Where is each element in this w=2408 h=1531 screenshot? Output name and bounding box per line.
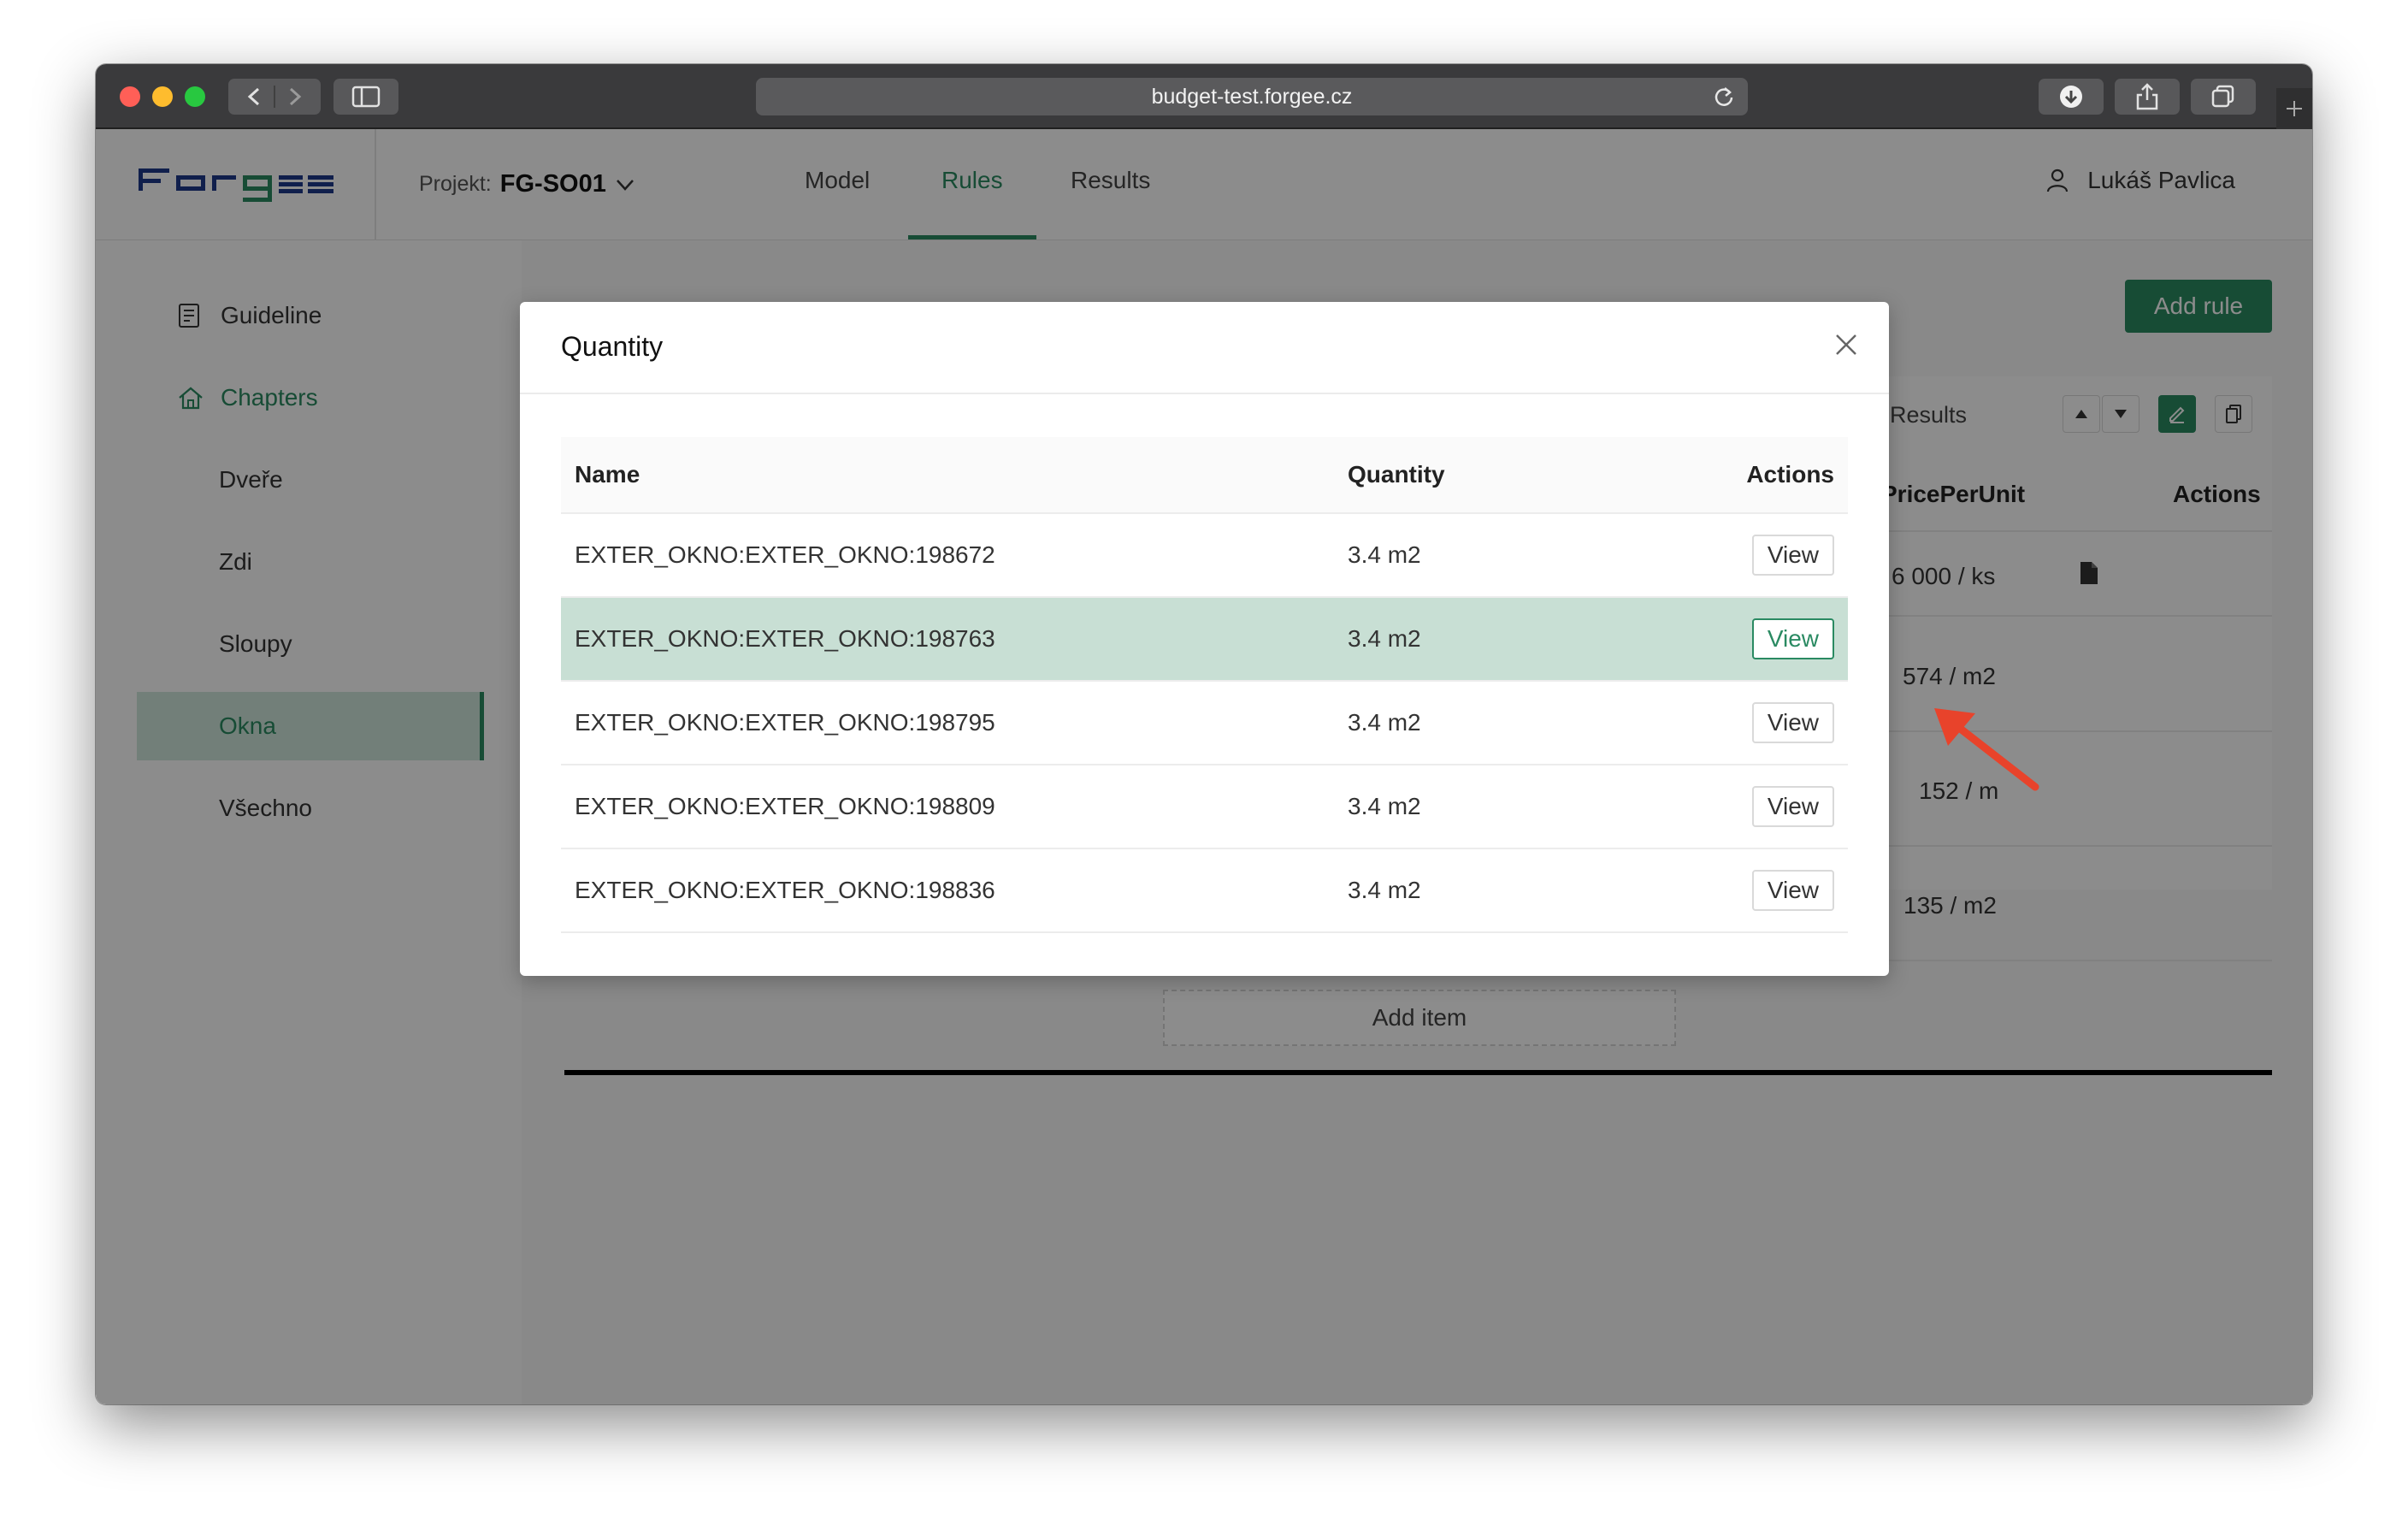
browser-titlebar: budget-test.forgee.cz xyxy=(96,64,2312,129)
download-icon xyxy=(2060,86,2082,108)
chevron-left-right-icon xyxy=(247,86,302,108)
table-row[interactable]: EXTER_OKNO:EXTER_OKNO:198795 3.4 m2 View xyxy=(561,682,1848,766)
quantity-table: Name Quantity Actions EXTER_OKNO:EXTER_O… xyxy=(561,437,1848,933)
new-tab-button[interactable] xyxy=(2276,88,2312,129)
view-button[interactable]: View xyxy=(1751,535,1834,576)
url-text: budget-test.forgee.cz xyxy=(1151,84,1353,109)
table-header: Name Quantity Actions xyxy=(561,437,1848,514)
minimize-window-button[interactable] xyxy=(152,86,173,107)
row-name: EXTER_OKNO:EXTER_OKNO:198836 xyxy=(575,877,995,903)
row-name: EXTER_OKNO:EXTER_OKNO:198795 xyxy=(575,709,995,736)
plus-icon xyxy=(2287,101,2302,116)
view-button[interactable]: View xyxy=(1751,870,1834,911)
table-row[interactable]: EXTER_OKNO:EXTER_OKNO:198836 3.4 m2 View xyxy=(561,849,1848,933)
row-name: EXTER_OKNO:EXTER_OKNO:198672 xyxy=(575,541,995,568)
row-quantity: 3.4 m2 xyxy=(1348,541,1421,568)
sidebar-icon xyxy=(351,86,381,108)
close-window-button[interactable] xyxy=(120,86,140,107)
annotation-arrow-icon xyxy=(1934,708,2039,791)
column-header-quantity: Quantity xyxy=(1348,461,1445,488)
sidebar-toggle-button[interactable] xyxy=(333,79,398,115)
tabs-icon xyxy=(2211,85,2234,108)
maximize-window-button[interactable] xyxy=(185,86,205,107)
tabs-overview-button[interactable] xyxy=(2191,79,2256,115)
view-button[interactable]: View xyxy=(1751,618,1834,659)
row-quantity: 3.4 m2 xyxy=(1348,793,1421,819)
view-button[interactable]: View xyxy=(1751,786,1834,827)
table-row[interactable]: EXTER_OKNO:EXTER_OKNO:198672 3.4 m2 View xyxy=(561,514,1848,598)
row-quantity: 3.4 m2 xyxy=(1348,877,1421,903)
view-button[interactable]: View xyxy=(1751,702,1834,743)
reload-icon[interactable] xyxy=(1712,85,1736,109)
downloads-button[interactable] xyxy=(2039,79,2104,115)
table-row-selected[interactable]: EXTER_OKNO:EXTER_OKNO:198763 3.4 m2 View xyxy=(561,598,1848,682)
row-quantity: 3.4 m2 xyxy=(1348,625,1421,652)
column-header-actions: Actions xyxy=(1746,461,1834,488)
share-icon xyxy=(2136,83,2158,110)
column-header-name: Name xyxy=(575,461,640,488)
close-icon[interactable] xyxy=(1834,333,1858,357)
modal-title: Quantity xyxy=(561,331,664,362)
row-name: EXTER_OKNO:EXTER_OKNO:198763 xyxy=(575,625,995,652)
address-bar[interactable]: budget-test.forgee.cz xyxy=(756,78,1748,115)
browser-window: budget-test.forgee.cz Projekt: FG-SO01 M… xyxy=(96,64,2312,1404)
table-row[interactable]: EXTER_OKNO:EXTER_OKNO:198809 3.4 m2 View xyxy=(561,766,1848,849)
row-quantity: 3.4 m2 xyxy=(1348,709,1421,736)
quantity-modal: Quantity Name Quantity Actions EXTER_OKN… xyxy=(520,302,1889,976)
share-button[interactable] xyxy=(2115,79,2180,115)
row-name: EXTER_OKNO:EXTER_OKNO:198809 xyxy=(575,793,995,819)
modal-divider xyxy=(520,393,1889,394)
back-forward-buttons[interactable] xyxy=(228,79,321,115)
